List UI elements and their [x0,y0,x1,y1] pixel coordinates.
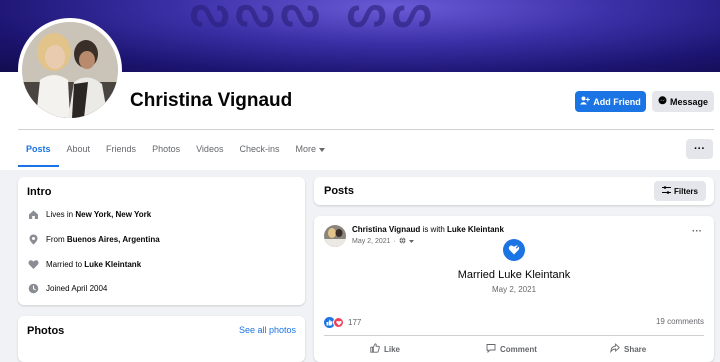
more-options-button[interactable]: ··· [686,139,713,159]
tab-label: More [295,144,316,154]
post-date[interactable]: May 2, 2021 [352,238,391,245]
intro-lives-in: Lives in New York, New York [28,209,151,220]
post-author-avatar[interactable] [324,225,346,247]
like-button[interactable]: Like [370,340,400,358]
tab-videos[interactable]: Videos [188,133,231,165]
post-options-button[interactable]: ··· [692,226,702,237]
tab-more[interactable]: More [287,133,333,165]
comments-count-link[interactable]: 19 comments [656,317,704,326]
profile-avatar[interactable] [18,18,122,122]
filters-icon [661,186,671,196]
posts-title: Posts [324,185,354,197]
intro-card: Intro Lives in New York, New York From B… [18,177,305,305]
like-label: Like [384,344,401,354]
tab-label: Posts [26,144,51,154]
share-label: Share [624,344,647,354]
header-divider [18,129,714,130]
post-tagged-name[interactable]: Luke Kleintank [447,225,504,234]
profile-name: Christina Vignaud [130,90,293,111]
comment-icon [486,343,496,355]
love-reaction-icon [333,317,344,328]
post-meta: May 2, 2021 · [352,237,414,246]
share-icon [610,343,620,355]
intro-joined: Joined April 2004 [28,283,107,294]
globe-icon [399,237,406,246]
reaction-count: 177 [348,318,362,327]
clock-icon [28,283,39,294]
heart-icon [28,259,39,270]
post-actions-divider [324,335,704,336]
comment-button[interactable]: Comment [486,340,537,358]
caret-down-icon [408,238,414,245]
avatar-photo [22,22,118,118]
thumbs-up-icon [370,343,380,355]
intro-lives-text: Lives in New York, New York [46,210,151,219]
lives-prefix: Lives in [46,210,76,219]
ellipsis-icon: ··· [694,143,705,155]
home-icon [28,209,39,220]
tab-label: Friends [106,144,137,154]
tab-about[interactable]: About [59,133,99,165]
message-button[interactable]: Message [652,91,714,112]
photos-title: Photos [27,325,65,337]
life-event-heart-icon [503,239,525,261]
married-value[interactable]: Luke Kleintank [84,260,141,269]
location-pin-icon [28,234,39,245]
comment-label: Comment [500,344,537,354]
caret-down-icon [318,144,325,154]
intro-title: Intro [27,186,52,198]
tab-label: Videos [196,144,224,154]
intro-married-text: Married to Luke Kleintank [46,260,141,269]
post-author-line: Christina Vignaud is with Luke Kleintank [352,225,504,234]
from-prefix: From [46,235,67,244]
photos-card: Photos See all photos [18,316,305,362]
message-label: Message [669,96,709,107]
joined-text: Joined April 2004 [46,284,108,293]
filters-button[interactable]: Filters [654,181,706,201]
tab-friends[interactable]: Friends [98,133,144,165]
intro-from-text: From Buenos Aires, Argentina [46,235,160,244]
tab-label: Photos [152,144,181,154]
tab-posts[interactable]: Posts [18,133,59,167]
share-button[interactable]: Share [610,340,646,358]
add-friend-button[interactable]: Add Friend [575,91,646,112]
add-friend-icon [580,96,591,107]
married-prefix: Married to [46,260,85,269]
posts-header-card: Posts Filters [314,177,714,205]
post-with-text: is with [420,225,447,234]
reaction-summary[interactable]: 177 [324,317,361,328]
cover-graphic: ᔓᔓᔓ ᔕᔕ [190,0,438,37]
from-value[interactable]: Buenos Aires, Argentina [67,235,160,244]
filters-label: Filters [673,186,698,196]
life-event-title: Married Luke Kleintank [457,269,571,281]
life-event-date: May 2, 2021 [491,285,537,294]
add-friend-label: Add Friend [593,96,641,107]
intro-from: From Buenos Aires, Argentina [28,234,160,245]
profile-tabs: Posts About Friends Photos Videos Check-… [18,133,333,167]
messenger-icon [658,96,667,107]
post-card: Christina Vignaud is with Luke Kleintank… [314,216,714,362]
tab-photos[interactable]: Photos [144,133,188,165]
meta-separator: · [393,238,396,245]
see-all-photos-link[interactable]: See all photos [239,325,296,335]
tab-label: Check-ins [239,144,280,154]
post-author-name[interactable]: Christina Vignaud [352,225,420,234]
intro-relationship: Married to Luke Kleintank [28,259,141,270]
tab-check-ins[interactable]: Check-ins [231,133,287,165]
tab-label: About [66,144,91,154]
lives-value[interactable]: New York, New York [75,210,151,219]
